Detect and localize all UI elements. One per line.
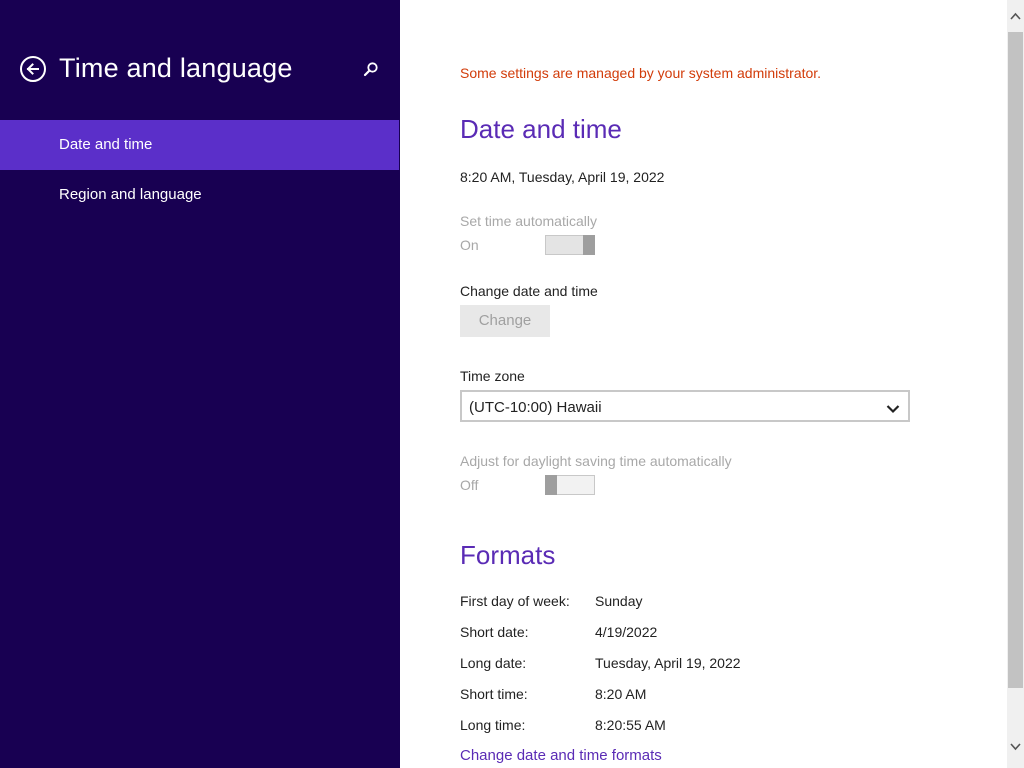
date-and-time-heading: Date and time <box>460 114 622 144</box>
time-zone-label: Time zone <box>460 368 525 384</box>
set-time-automatically-label: Set time automatically <box>460 213 597 229</box>
format-value-long-date: Tuesday, April 19, 2022 <box>595 655 741 671</box>
set-time-automatically-toggle[interactable] <box>545 235 595 255</box>
format-value-first-day: Sunday <box>595 593 643 609</box>
current-datetime: 8:20 AM, Tuesday, April 19, 2022 <box>460 169 665 185</box>
navigation-pane: Time and language Date and time Region a… <box>0 0 400 768</box>
nav-item-label: Region and language <box>59 186 202 203</box>
search-icon[interactable] <box>362 61 380 79</box>
format-label-first-day: First day of week: <box>460 593 570 609</box>
format-value-short-time: 8:20 AM <box>595 686 647 702</box>
format-label-short-time: Short time: <box>460 686 528 702</box>
admin-notice: Some settings are managed by your system… <box>460 65 822 81</box>
format-label-long-date: Long date: <box>460 655 527 671</box>
settings-window: Time and language Date and time Region a… <box>0 0 1024 768</box>
pane-title: Time and language <box>59 53 293 83</box>
daylight-saving-toggle[interactable] <box>545 475 595 495</box>
nav-item-label: Date and time <box>59 136 153 153</box>
daylight-saving-label: Adjust for daylight saving time automati… <box>460 453 732 469</box>
content-pane: Some settings are managed by your system… <box>400 0 1007 768</box>
daylight-saving-state: Off <box>460 477 479 493</box>
toggle-thumb <box>583 235 595 255</box>
toggle-thumb <box>545 475 557 495</box>
format-label-long-time: Long time: <box>460 717 526 733</box>
vertical-scrollbar[interactable] <box>1007 0 1024 768</box>
back-arrow-icon[interactable] <box>20 56 46 82</box>
scroll-down-icon[interactable] <box>1007 738 1024 755</box>
scrollbar-thumb[interactable] <box>1008 32 1023 688</box>
change-date-time-label: Change date and time <box>460 283 598 299</box>
change-formats-link[interactable]: Change date and time formats <box>460 747 662 764</box>
change-button[interactable]: Change <box>460 305 550 337</box>
time-zone-dropdown[interactable]: (UTC-10:00) Hawaii <box>460 390 910 422</box>
format-value-long-time: 8:20:55 AM <box>595 717 666 733</box>
format-value-short-date: 4/19/2022 <box>595 624 658 640</box>
set-time-automatically-state: On <box>460 237 479 253</box>
nav-item-date-and-time[interactable]: Date and time <box>0 120 399 170</box>
time-zone-value: (UTC-10:00) Hawaii <box>469 399 602 416</box>
nav-item-region-and-language[interactable]: Region and language <box>0 170 399 220</box>
format-label-short-date: Short date: <box>460 624 529 640</box>
scroll-up-icon[interactable] <box>1007 8 1024 25</box>
formats-heading: Formats <box>460 540 556 570</box>
chevron-down-icon <box>886 401 900 419</box>
